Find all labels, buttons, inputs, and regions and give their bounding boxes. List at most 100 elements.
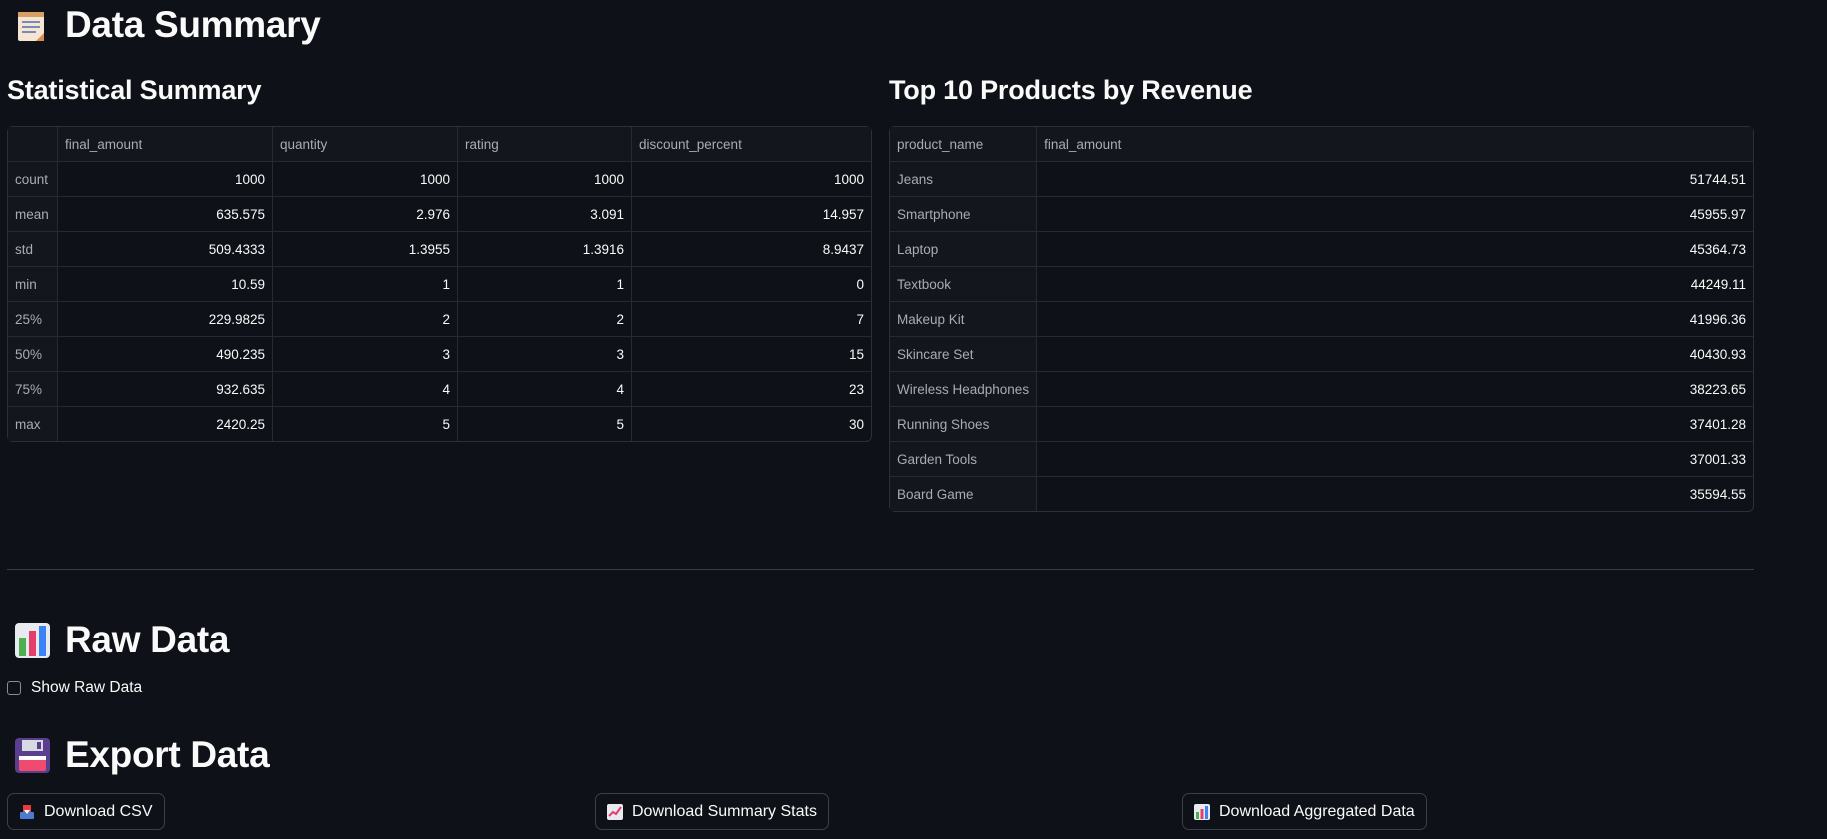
table-cell[interactable]: 3 [273, 337, 458, 372]
table-row[interactable]: 50% 490.235 3 3 15 [8, 337, 871, 372]
table-cell[interactable]: 490.235 [58, 337, 273, 372]
table-row[interactable]: std 509.4333 1.3955 1.3916 8.9437 [8, 232, 871, 267]
table-cell[interactable]: 0 [632, 267, 871, 302]
top-products-table[interactable]: product_name final_amount Jeans 51744.51 Sm… [889, 126, 1754, 512]
top-products-title: Top 10 Products by Revenue [889, 75, 1253, 105]
table-cell[interactable]: 635.575 [58, 197, 273, 232]
product-name-cell[interactable]: Wireless Headphones [890, 372, 1038, 407]
table-row[interactable]: 75% 932.635 4 4 23 [8, 372, 871, 407]
row-index-cell[interactable]: 25% [8, 302, 58, 337]
row-index-cell[interactable]: max [8, 407, 58, 441]
table-cell[interactable]: 4 [273, 372, 458, 407]
final-amount-cell[interactable]: 51744.51 [1037, 162, 1753, 197]
table-row[interactable]: Textbook 44249.11 [890, 267, 1753, 302]
table-cell[interactable]: 15 [632, 337, 871, 372]
table-row[interactable]: Laptop 45364.73 [890, 232, 1753, 267]
show-raw-data-checkbox[interactable] [7, 681, 21, 695]
table-row[interactable]: mean 635.575 2.976 3.091 14.957 [8, 197, 871, 232]
table-cell[interactable]: 932.635 [58, 372, 273, 407]
table-row[interactable]: Wireless Headphones 38223.65 [890, 372, 1753, 407]
table-cell[interactable]: 509.4333 [58, 232, 273, 267]
table-cell[interactable]: 5 [273, 407, 458, 441]
row-index-cell[interactable]: min [8, 267, 58, 302]
row-index-cell[interactable]: 50% [8, 337, 58, 372]
statistical-summary-table-container[interactable]: final_amount quantity rating discount_perce… [7, 126, 872, 442]
download-csv-button[interactable]: Download CSV [7, 793, 165, 830]
product-name-cell[interactable]: Smartphone [890, 197, 1038, 232]
table-cell[interactable]: 1.3916 [458, 232, 632, 267]
table-cell[interactable]: 2.976 [273, 197, 458, 232]
table-row[interactable]: Makeup Kit 41996.36 [890, 302, 1753, 337]
final-amount-cell[interactable]: 45364.73 [1037, 232, 1753, 267]
table-cell[interactable]: 1.3955 [273, 232, 458, 267]
product-name-cell[interactable]: Textbook [890, 267, 1038, 302]
table-cell[interactable]: 229.9825 [58, 302, 273, 337]
table-cell[interactable]: 3 [458, 337, 632, 372]
product-name-cell[interactable]: Jeans [890, 162, 1038, 197]
table-cell[interactable]: 1 [273, 267, 458, 302]
table-cell[interactable]: 8.9437 [632, 232, 871, 267]
table-cell[interactable]: 5 [458, 407, 632, 441]
table-row[interactable]: 25% 229.9825 2 2 7 [8, 302, 871, 337]
table-row[interactable]: min 10.59 1 1 0 [8, 267, 871, 302]
show-raw-data-toggle[interactable]: Show Raw Data [7, 679, 142, 697]
product-name-cell[interactable]: Laptop [890, 232, 1038, 267]
table-row[interactable]: Jeans 51744.51 [890, 162, 1753, 197]
final-amount-cell[interactable]: 38223.65 [1037, 372, 1753, 407]
table-row[interactable]: Skincare Set 40430.93 [890, 337, 1753, 372]
table-row[interactable]: Garden Tools 37001.33 [890, 442, 1753, 477]
table-row[interactable]: count 1000 1000 1000 1000 [8, 162, 871, 197]
column-header[interactable]: final_amount [1037, 127, 1753, 162]
statistical-summary-title: Statistical Summary [7, 75, 262, 105]
table-cell[interactable]: 2 [273, 302, 458, 337]
column-header[interactable]: discount_percent [632, 127, 871, 162]
column-header[interactable]: product_name [890, 127, 1038, 162]
final-amount-cell[interactable]: 41996.36 [1037, 302, 1753, 337]
table-cell[interactable]: 3.091 [458, 197, 632, 232]
show-raw-data-label: Show Raw Data [31, 679, 143, 696]
product-name-cell[interactable]: Board Game [890, 477, 1038, 511]
final-amount-cell[interactable]: 37401.28 [1037, 407, 1753, 442]
row-index-cell[interactable]: mean [8, 197, 58, 232]
table-cell[interactable]: 1000 [458, 162, 632, 197]
download-csv-label: Download CSV [44, 802, 153, 820]
table-cell[interactable]: 14.957 [632, 197, 871, 232]
table-cell[interactable]: 2420.25 [58, 407, 273, 441]
table-cell[interactable]: 1000 [273, 162, 458, 197]
product-name-cell[interactable]: Running Shoes [890, 407, 1038, 442]
table-cell[interactable]: 30 [632, 407, 871, 441]
table-cell[interactable]: 23 [632, 372, 871, 407]
download-aggregated-data-button[interactable]: Download Aggregated Data [1182, 793, 1427, 830]
download-aggregated-data-label: Download Aggregated Data [1219, 802, 1415, 820]
table-cell[interactable]: 1000 [632, 162, 871, 197]
table-cell[interactable]: 10.59 [58, 267, 273, 302]
table-cell[interactable]: 2 [458, 302, 632, 337]
table-row[interactable]: Smartphone 45955.97 [890, 197, 1753, 232]
table-row[interactable]: max 2420.25 5 5 30 [8, 407, 871, 441]
statistical-summary-table[interactable]: final_amount quantity rating discount_perce… [7, 126, 872, 442]
product-name-cell[interactable]: Skincare Set [890, 337, 1038, 372]
table-row[interactable]: Running Shoes 37401.28 [890, 407, 1753, 442]
column-header[interactable]: rating [458, 127, 632, 162]
data-summary-heading: Data Summary [14, 4, 321, 46]
download-summary-stats-button[interactable]: Download Summary Stats [595, 793, 829, 830]
final-amount-cell[interactable]: 37001.33 [1037, 442, 1753, 477]
index-header[interactable] [8, 127, 58, 162]
table-cell[interactable]: 1000 [58, 162, 273, 197]
final-amount-cell[interactable]: 40430.93 [1037, 337, 1753, 372]
table-cell[interactable]: 4 [458, 372, 632, 407]
product-name-cell[interactable]: Makeup Kit [890, 302, 1038, 337]
final-amount-cell[interactable]: 45955.97 [1037, 197, 1753, 232]
table-cell[interactable]: 7 [632, 302, 871, 337]
column-header[interactable]: quantity [273, 127, 458, 162]
top-products-table-container[interactable]: product_name final_amount Jeans 51744.51 Sm… [889, 126, 1754, 512]
row-index-cell[interactable]: 75% [8, 372, 58, 407]
final-amount-cell[interactable]: 35594.55 [1037, 477, 1753, 511]
final-amount-cell[interactable]: 44249.11 [1037, 267, 1753, 302]
table-row[interactable]: Board Game 35594.55 [890, 477, 1753, 511]
table-cell[interactable]: 1 [458, 267, 632, 302]
column-header[interactable]: final_amount [58, 127, 273, 162]
row-index-cell[interactable]: std [8, 232, 58, 267]
row-index-cell[interactable]: count [8, 162, 58, 197]
product-name-cell[interactable]: Garden Tools [890, 442, 1038, 477]
